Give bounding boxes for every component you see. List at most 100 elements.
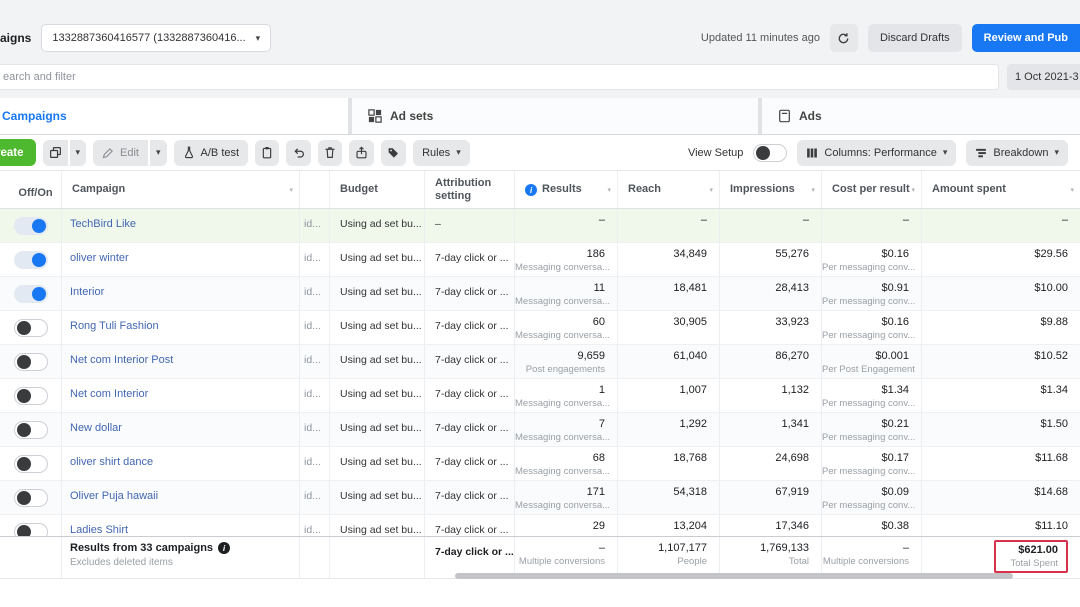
header-reach[interactable]: Reach ▾ bbox=[618, 171, 720, 208]
duplicate-button[interactable] bbox=[43, 140, 68, 166]
columns-button[interactable]: Columns: Performance ▾ bbox=[797, 140, 956, 166]
campaign-name-link[interactable]: Ladies Shirt bbox=[62, 524, 128, 536]
attribution-cell: 7-day click or ... bbox=[425, 515, 515, 536]
campaign-name-link[interactable]: Interior bbox=[62, 286, 104, 298]
impressions-cell: 24,698 bbox=[720, 447, 822, 480]
table-row: oliver shirt dance id... Using ad set bu… bbox=[0, 447, 1080, 481]
cost-per-result-cell: – bbox=[822, 209, 922, 242]
columns-icon bbox=[806, 147, 818, 159]
results-value: 186 bbox=[515, 248, 605, 260]
updated-status: Updated 11 minutes ago bbox=[701, 32, 820, 44]
campaign-name-link[interactable]: Oliver Puja hawaii bbox=[62, 490, 158, 502]
chevron-down-icon: ▾ bbox=[1054, 147, 1059, 158]
delivery-text: id... bbox=[300, 490, 321, 502]
budget-cell: Using ad set bu... bbox=[330, 311, 425, 344]
header-results[interactable]: i Results ▾ bbox=[515, 171, 618, 208]
campaign-toggle[interactable] bbox=[14, 353, 48, 371]
sort-icon: ▾ bbox=[607, 186, 611, 194]
tab-campaigns[interactable]: Campaigns bbox=[0, 98, 348, 134]
impressions-cell: 67,919 bbox=[720, 481, 822, 514]
reach-cell: – bbox=[618, 209, 720, 242]
duplicate-more-button[interactable]: ▾ bbox=[70, 140, 87, 166]
cost-per-result-value: – bbox=[822, 214, 909, 226]
reach-cell: 61,040 bbox=[618, 345, 720, 378]
horizontal-scrollbar[interactable] bbox=[0, 572, 1080, 580]
campaign-name-link[interactable]: Net com Interior Post bbox=[62, 354, 173, 366]
campaign-toggle[interactable] bbox=[14, 489, 48, 507]
export-button[interactable] bbox=[349, 140, 374, 166]
campaign-toggle[interactable] bbox=[14, 285, 48, 303]
undo-button[interactable] bbox=[286, 140, 311, 166]
campaign-toggle[interactable] bbox=[14, 523, 48, 536]
results-sublabel: Messaging conversa... bbox=[515, 330, 605, 341]
campaign-name-link[interactable]: oliver winter bbox=[62, 252, 129, 264]
header-cost-per-result[interactable]: Cost per result ▾ bbox=[822, 171, 922, 208]
level-tabs: Campaigns Ad sets Ads bbox=[0, 98, 1080, 135]
tab-ad-sets[interactable]: Ad sets bbox=[352, 98, 758, 134]
account-selector-dropdown[interactable]: 1332887360416577 (1332887360416... ▾ bbox=[41, 24, 271, 52]
clipboard-button[interactable] bbox=[255, 140, 279, 166]
amount-spent-cell: $11.10 bbox=[922, 515, 1080, 536]
campaign-name-link[interactable]: TechBird Like bbox=[62, 218, 136, 230]
scrollbar-thumb[interactable] bbox=[455, 573, 1013, 579]
campaign-toggle[interactable] bbox=[14, 217, 48, 235]
results-cell: 11 Messaging conversa... bbox=[515, 277, 618, 310]
date-range-button[interactable]: 1 Oct 2021-3 bbox=[1007, 64, 1080, 90]
budget-text: Using ad set bu... bbox=[330, 286, 422, 298]
top-zone: aigns 1332887360416577 (1332887360416...… bbox=[0, 0, 1080, 98]
impressions-value: 67,919 bbox=[720, 486, 809, 498]
campaign-toggle[interactable] bbox=[14, 387, 48, 405]
campaign-toggle[interactable] bbox=[14, 421, 48, 439]
ab-test-button[interactable]: A/B test bbox=[174, 140, 249, 166]
campaign-toggle[interactable] bbox=[14, 251, 48, 269]
campaign-name-link[interactable]: Net com Interior bbox=[62, 388, 148, 400]
table-row: New dollar id... Using ad set bu... 7-da… bbox=[0, 413, 1080, 447]
campaign-name-link[interactable]: New dollar bbox=[62, 422, 122, 434]
delivery-cell: id... bbox=[300, 277, 330, 310]
tab-ads[interactable]: Ads bbox=[762, 98, 1080, 134]
edit-more-button[interactable]: ▾ bbox=[150, 140, 167, 166]
toggle-knob bbox=[17, 525, 31, 536]
toggle-cell bbox=[0, 311, 62, 344]
header-amount-spent[interactable]: Amount spent ▾ bbox=[922, 171, 1080, 208]
header-campaign[interactable]: Campaign ▾ bbox=[62, 171, 300, 208]
toggle-knob bbox=[17, 389, 31, 403]
campaign-toggle[interactable] bbox=[14, 319, 48, 337]
header-attribution[interactable]: Attribution setting bbox=[425, 171, 515, 208]
table-row: Oliver Puja hawaii id... Using ad set bu… bbox=[0, 481, 1080, 515]
impressions-value: – bbox=[720, 214, 809, 226]
refresh-button[interactable] bbox=[830, 24, 858, 52]
breakdown-button[interactable]: Breakdown ▾ bbox=[966, 140, 1068, 166]
discard-drafts-button[interactable]: Discard Drafts bbox=[868, 24, 962, 52]
search-input[interactable]: earch and filter bbox=[0, 64, 999, 90]
rules-button[interactable]: Rules ▾ bbox=[413, 140, 470, 166]
reach-value: 61,040 bbox=[618, 350, 707, 362]
campaign-toggle[interactable] bbox=[14, 455, 48, 473]
campaign-name-link[interactable]: Rong Tuli Fashion bbox=[62, 320, 159, 332]
campaign-cell: oliver shirt dance bbox=[62, 447, 300, 480]
campaign-cell: oliver winter bbox=[62, 243, 300, 276]
review-publish-button[interactable]: Review and Pub bbox=[972, 24, 1080, 52]
refresh-icon bbox=[837, 32, 850, 45]
view-setup-toggle[interactable] bbox=[753, 144, 787, 162]
edit-button[interactable]: Edit bbox=[93, 140, 148, 166]
delete-button[interactable] bbox=[318, 140, 342, 166]
table-row: Net com Interior Post id... Using ad set… bbox=[0, 345, 1080, 379]
header-budget[interactable]: Budget bbox=[330, 171, 425, 208]
tab-ads-label: Ads bbox=[799, 109, 822, 123]
campaign-name-link[interactable]: oliver shirt dance bbox=[62, 456, 153, 468]
delivery-text: id... bbox=[300, 354, 321, 366]
budget-text: Using ad set bu... bbox=[330, 422, 422, 434]
impressions-cell: 1,132 bbox=[720, 379, 822, 412]
toggle-cell bbox=[0, 413, 62, 446]
undo-icon bbox=[292, 146, 305, 159]
budget-cell: Using ad set bu... bbox=[330, 447, 425, 480]
create-button[interactable]: reate bbox=[0, 139, 36, 166]
header-impressions[interactable]: Impressions ▾ bbox=[720, 171, 822, 208]
results-cell: 7 Messaging conversa... bbox=[515, 413, 618, 446]
cost-per-result-sublabel: Per messaging conv... bbox=[822, 466, 909, 477]
campaign-cell: Net com Interior bbox=[62, 379, 300, 412]
tag-button[interactable] bbox=[381, 140, 406, 166]
export-icon bbox=[355, 146, 368, 159]
reach-cell: 30,905 bbox=[618, 311, 720, 344]
